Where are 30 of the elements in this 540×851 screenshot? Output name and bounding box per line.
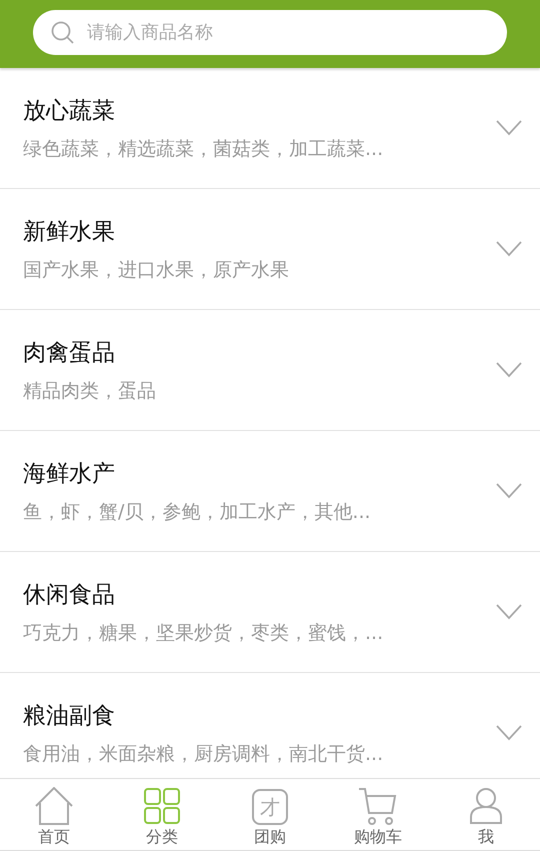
category-subtitle: 食用油，米面杂粮，厨房调料，南北干货... bbox=[23, 742, 384, 766]
chevron-icon bbox=[496, 241, 522, 257]
tab-bar-item[interactable]: 我 bbox=[432, 779, 540, 850]
tab-bar-item[interactable]: 分类 bbox=[108, 779, 216, 850]
search-input[interactable]: 请输入商品名称 bbox=[85, 21, 489, 44]
category-subtitle: 鱼，虾，蟹/贝，参鲍，加工水产，其他... bbox=[23, 500, 372, 524]
tab-bar-item[interactable]: 首页 bbox=[0, 779, 108, 850]
cart-icon bbox=[358, 787, 398, 825]
chevron-icon bbox=[496, 483, 522, 499]
tab-bar-item[interactable]: 购物车 bbox=[324, 779, 432, 850]
category-title: 海鲜水产 bbox=[23, 460, 116, 488]
category-subtitle: 巧克力，糖果，坚果炒货，枣类，蜜饯，... bbox=[23, 620, 384, 646]
user-icon bbox=[469, 787, 503, 825]
chevron-icon bbox=[496, 120, 522, 136]
chevron-icon bbox=[496, 725, 522, 741]
category-title: 新鲜水果 bbox=[23, 218, 116, 246]
chevron-icon bbox=[496, 362, 522, 378]
badge-icon: 才 bbox=[252, 789, 288, 825]
search-icon bbox=[51, 20, 75, 44]
category-title: 粮油副食 bbox=[23, 702, 116, 730]
category-subtitle: 绿色蔬菜，精选蔬菜，菌菇类，加工蔬菜... bbox=[23, 136, 384, 162]
category-title: 放心蔬菜 bbox=[23, 96, 116, 126]
home-icon bbox=[34, 787, 74, 825]
chevron-icon bbox=[496, 604, 522, 620]
search-field[interactable]: 请输入商品名称 bbox=[33, 10, 507, 55]
tab-bar-item[interactable]: 才 团购 bbox=[216, 779, 324, 850]
category-subtitle: 精品肉类，蛋品 bbox=[23, 378, 157, 404]
category-title: 肉禽蛋品 bbox=[23, 338, 116, 368]
category-title: 休闲食品 bbox=[23, 580, 116, 610]
category-subtitle: 国产水果，进口水果，原产水果 bbox=[23, 258, 290, 282]
